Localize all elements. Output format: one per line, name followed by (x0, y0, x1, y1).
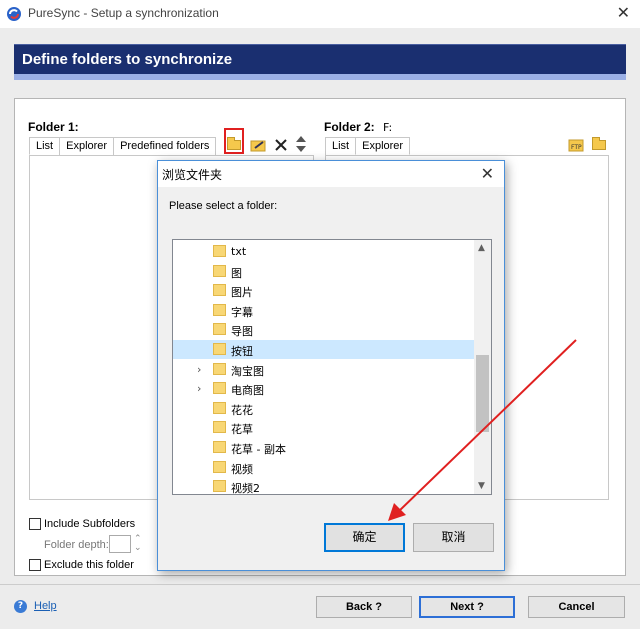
include-subfolders-checkbox[interactable] (29, 518, 41, 530)
edit-folder1-button[interactable] (248, 136, 268, 154)
up-down-arrows-icon (296, 136, 306, 152)
folder-depth-stepper[interactable]: ⌃ ⌄ (134, 535, 142, 553)
include-subfolders-label: Include Subfolders (44, 518, 136, 530)
tree-folder-item[interactable]: 图片 (173, 281, 475, 300)
edit-folder-icon (250, 140, 266, 152)
tree-folder-item[interactable]: 花花 (173, 399, 475, 418)
folder-icon (213, 362, 226, 375)
tree-folder-item[interactable]: txt (173, 242, 475, 261)
folder-icon (213, 460, 226, 473)
folder-icon (213, 245, 226, 257)
expand-chevron-icon[interactable]: › (197, 382, 201, 395)
remove-folder1-button[interactable] (271, 136, 291, 154)
move-updown-buttons[interactable] (292, 134, 310, 152)
folder-icon (213, 284, 226, 297)
folder-name: 花花 (231, 403, 253, 417)
page-title: Define folders to synchronize (22, 51, 233, 68)
tree-folder-item[interactable]: › 电商图 (173, 379, 475, 398)
folder-icon (213, 421, 226, 434)
expand-chevron-icon[interactable]: › (197, 363, 201, 376)
exclude-folder-checkbox[interactable] (29, 559, 41, 571)
cancel-button[interactable]: Cancel (528, 596, 625, 618)
folder-name: 花草 - 副本 (231, 443, 286, 456)
folder-name: 淘宝图 (231, 364, 264, 378)
svg-text:FTP: FTP (571, 144, 582, 151)
folder-name: 图 (231, 266, 242, 280)
folder-icon (213, 303, 226, 316)
scroll-thumb[interactable] (476, 355, 489, 432)
folder-tree[interactable]: txt 图图片字幕导图按钮 › 淘宝图 › 电商图花花花草花草 - 副本 视频视频2 ▲ ▼ (172, 239, 492, 495)
tab-folder1-predefined[interactable]: Predefined folders (113, 137, 217, 155)
browse-folder2-button[interactable] (589, 136, 609, 154)
folder-name: 花草 (231, 423, 253, 437)
folder-name: 电商图 (231, 384, 264, 398)
ftp-button[interactable]: FTP (566, 136, 586, 154)
tree-folder-item[interactable]: › 淘宝图 (173, 360, 475, 379)
include-subfolders-option[interactable]: Include Subfolders (29, 518, 135, 530)
folder-name: txt (231, 245, 247, 258)
tab-folder2-explorer[interactable]: Explorer (355, 137, 411, 155)
folder-name: 字幕 (231, 305, 253, 319)
tree-folder-item[interactable]: 视频2 (173, 477, 475, 495)
dialog-close-button[interactable]: ✕ (481, 164, 494, 183)
back-button[interactable]: Back ? (316, 596, 412, 618)
folder-icon (213, 264, 226, 277)
dialog-titlebar: 浏览文件夹 ✕ (158, 161, 504, 187)
folder1-tabs: List Explorer Predefined folders (29, 137, 217, 155)
tab-folder1-list[interactable]: List (29, 137, 61, 155)
window-close-button[interactable]: ✕ (617, 3, 630, 22)
tree-folder-item[interactable]: 花草 (173, 418, 475, 437)
folder2-label: Folder 2: (324, 120, 375, 134)
puresync-logo-icon (7, 7, 21, 21)
tree-scrollbar[interactable]: ▲ ▼ (474, 240, 491, 494)
folder-icon (213, 441, 226, 453)
help-link[interactable]: Help (34, 600, 57, 612)
folder-name: 视频2 (231, 482, 260, 495)
folder2-drive: F: (383, 121, 393, 134)
tree-folder-item[interactable]: 视频 (173, 458, 475, 477)
window-titlebar: PureSync - Setup a synchronization ✕ (0, 0, 640, 28)
scroll-down-icon[interactable]: ▼ (478, 481, 485, 491)
scroll-up-icon[interactable]: ▲ (478, 243, 485, 253)
folder-depth-input[interactable] (109, 535, 131, 553)
window-title: PureSync - Setup a synchronization (28, 6, 219, 20)
folder-name: 视频 (231, 462, 253, 476)
dialog-ok-button[interactable]: 确定 (324, 523, 405, 552)
open-folder-icon (592, 137, 606, 150)
tree-folder-item[interactable]: 图 (173, 262, 475, 281)
annotation-highlight-box (224, 128, 244, 154)
folder-name: 按钮 (231, 345, 253, 358)
folder-name: 导图 (231, 325, 253, 339)
page-header: Define folders to synchronize (14, 44, 626, 74)
tree-folder-item[interactable]: 花草 - 副本 (173, 438, 475, 457)
folder-icon (213, 401, 226, 414)
dialog-prompt: Please select a folder: (169, 200, 278, 212)
delete-x-icon (275, 139, 287, 151)
dialog-cancel-button[interactable]: 取消 (413, 523, 494, 552)
folder-icon (213, 382, 226, 395)
next-button[interactable]: Next ? (419, 596, 515, 618)
tab-folder1-explorer[interactable]: Explorer (59, 137, 115, 155)
folder-depth-label: Folder depth: (44, 539, 109, 551)
exclude-folder-option[interactable]: Exclude this folder (29, 559, 134, 571)
ftp-icon: FTP (568, 139, 584, 152)
exclude-folder-label: Exclude this folder (44, 559, 134, 571)
tree-folder-item[interactable]: 字幕 (173, 301, 475, 320)
folder-icon (213, 323, 226, 336)
header-divider (14, 74, 626, 80)
folder-icon (213, 480, 226, 493)
tree-folder-item[interactable]: 按钮 (173, 340, 475, 359)
folder-icon (213, 343, 226, 355)
tree-folder-item[interactable]: 导图 (173, 320, 475, 339)
tab-folder2-list[interactable]: List (325, 137, 357, 155)
folder1-label: Folder 1: (28, 120, 79, 134)
dialog-title: 浏览文件夹 (162, 168, 223, 182)
folder2-tabs: List Explorer (325, 137, 411, 155)
folder-name: 图片 (231, 286, 253, 300)
help-icon[interactable]: ? (14, 600, 27, 613)
browse-folder-dialog: 浏览文件夹 ✕ Please select a folder: txt 图图片字幕… (157, 160, 505, 571)
